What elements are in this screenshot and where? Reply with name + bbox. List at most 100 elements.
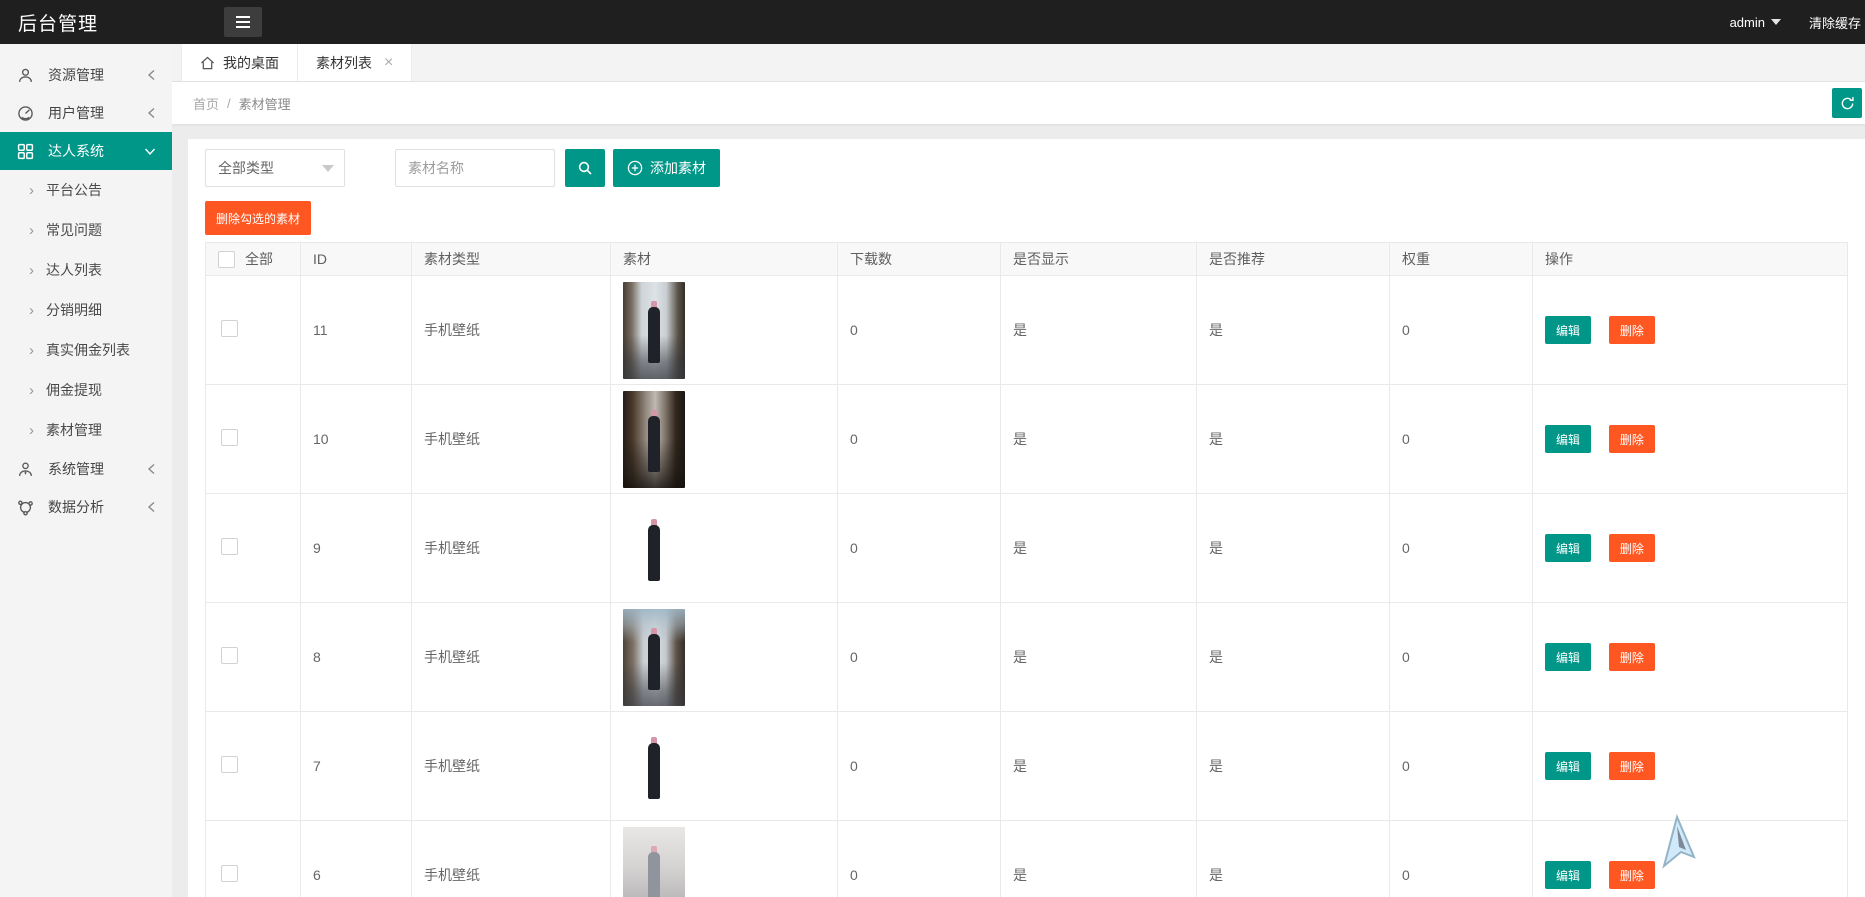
edit-button[interactable]: 编辑 xyxy=(1545,752,1591,780)
select-all-checkbox[interactable] xyxy=(218,251,235,268)
row-checkbox[interactable] xyxy=(221,538,238,555)
network-icon xyxy=(17,499,34,516)
sidebar-subitem-label: 素材管理 xyxy=(46,420,102,440)
sidebar-subitem-distribution-detail[interactable]: › 分销明细 xyxy=(0,290,172,330)
cell-visible: 是 xyxy=(1001,821,1197,897)
delete-button[interactable]: 删除 xyxy=(1609,643,1655,671)
caret-down-icon xyxy=(1771,19,1781,25)
tab-label: 我的桌面 xyxy=(223,53,279,73)
cell-material-type: 手机壁纸 xyxy=(412,494,611,603)
sidebar-subitem-label: 真实佣金列表 xyxy=(46,340,130,360)
edit-button[interactable]: 编辑 xyxy=(1545,861,1591,889)
top-navbar: 后台管理 admin 清除缓存 xyxy=(0,0,1865,44)
bulk-delete-button[interactable]: 删除勾选的素材 xyxy=(205,201,311,235)
table-row: 11 手机壁纸 0 是 是 0 编辑 删除 xyxy=(206,276,1848,385)
sidebar-subitem-platform-announcement[interactable]: › 平台公告 xyxy=(0,170,172,210)
tab-material-list[interactable]: 素材列表 × xyxy=(298,44,412,81)
edit-button[interactable]: 编辑 xyxy=(1545,316,1591,344)
breadcrumb-home[interactable]: 首页 xyxy=(193,94,219,113)
app-title: 后台管理 xyxy=(0,9,172,36)
sidebar-subitem-material-management[interactable]: › 素材管理 xyxy=(0,410,172,450)
chevron-left-icon xyxy=(147,463,156,475)
row-checkbox[interactable] xyxy=(221,429,238,446)
delete-button[interactable]: 删除 xyxy=(1609,861,1655,889)
header-material-type: 素材类型 xyxy=(412,243,611,276)
material-thumbnail[interactable] xyxy=(623,827,685,897)
material-thumbnail[interactable] xyxy=(623,391,685,488)
material-thumbnail[interactable] xyxy=(623,500,685,597)
cell-weight: 0 xyxy=(1390,821,1533,897)
table-row: 9 手机壁纸 0 是 是 0 编辑 删除 xyxy=(206,494,1848,603)
material-thumbnail[interactable] xyxy=(623,282,685,379)
cell-recommended: 是 xyxy=(1197,385,1390,494)
cell-id: 7 xyxy=(301,712,412,821)
chevron-right-icon: › xyxy=(29,383,34,398)
delete-button[interactable]: 删除 xyxy=(1609,425,1655,453)
hamburger-icon xyxy=(235,15,251,29)
cell-downloads: 0 xyxy=(838,385,1001,494)
delete-button[interactable]: 删除 xyxy=(1609,752,1655,780)
cell-material-type: 手机壁纸 xyxy=(412,385,611,494)
sidebar-subitem-commission-withdraw[interactable]: › 佣金提现 xyxy=(0,370,172,410)
user-menu[interactable]: admin xyxy=(1730,15,1781,30)
sidebar-item-data-analysis[interactable]: 数据分析 xyxy=(0,488,172,526)
chevron-down-icon xyxy=(144,147,156,156)
row-checkbox[interactable] xyxy=(221,320,238,337)
add-material-button[interactable]: 添加素材 xyxy=(613,149,720,187)
refresh-button[interactable] xyxy=(1832,88,1862,118)
type-select[interactable]: 全部类型 xyxy=(205,149,345,187)
cell-visible: 是 xyxy=(1001,494,1197,603)
edit-button[interactable]: 编辑 xyxy=(1545,425,1591,453)
cell-visible: 是 xyxy=(1001,385,1197,494)
edit-button[interactable]: 编辑 xyxy=(1545,534,1591,562)
search-button[interactable] xyxy=(565,149,605,187)
chevron-left-icon xyxy=(147,69,156,81)
cell-material-type: 手机壁纸 xyxy=(412,603,611,712)
material-table-body: 11 手机壁纸 0 是 是 0 编辑 删除 10 手机壁纸 0 是 是 0 编辑… xyxy=(206,276,1848,897)
breadcrumb: 首页 / 素材管理 xyxy=(193,94,291,113)
table-header-row: 全部 ID 素材类型 素材 下载数 是否显示 是否推荐 权重 操作 xyxy=(206,243,1848,276)
user-name: admin xyxy=(1730,15,1765,30)
sidebar-subitem-talent-list[interactable]: › 达人列表 xyxy=(0,250,172,290)
sidebar-item-system[interactable]: 系统管理 xyxy=(0,450,172,488)
clear-cache-button[interactable]: 清除缓存 xyxy=(1809,13,1861,32)
chevron-right-icon: › xyxy=(29,303,34,318)
sidebar-subitem-label: 佣金提现 xyxy=(46,380,102,400)
cell-weight: 0 xyxy=(1390,385,1533,494)
tab-bar: 我的桌面 素材列表 × xyxy=(172,44,1865,82)
add-material-label: 添加素材 xyxy=(650,158,706,178)
cell-downloads: 0 xyxy=(838,494,1001,603)
material-thumbnail[interactable] xyxy=(623,718,685,815)
sidebar-subitem-real-commission-list[interactable]: › 真实佣金列表 xyxy=(0,330,172,370)
cell-weight: 0 xyxy=(1390,276,1533,385)
chevron-left-icon xyxy=(147,501,156,513)
breadcrumb-separator: / xyxy=(227,96,231,111)
dial-icon xyxy=(17,105,34,122)
sidebar-item-talent-system[interactable]: 达人系统 xyxy=(0,132,172,170)
material-table: 全部 ID 素材类型 素材 下载数 是否显示 是否推荐 权重 操作 11 手机壁… xyxy=(205,242,1848,897)
grid-icon xyxy=(17,143,34,160)
cell-material-type: 手机壁纸 xyxy=(412,276,611,385)
material-card: 全部类型 添加素材 删除勾选的素材 xyxy=(188,139,1865,897)
sidebar-toggle-button[interactable] xyxy=(224,7,262,37)
cell-weight: 0 xyxy=(1390,494,1533,603)
close-icon[interactable]: × xyxy=(384,55,393,71)
edit-button[interactable]: 编辑 xyxy=(1545,643,1591,671)
row-checkbox[interactable] xyxy=(221,865,238,882)
sidebar-subitem-faq[interactable]: › 常见问题 xyxy=(0,210,172,250)
tab-my-desktop[interactable]: 我的桌面 xyxy=(181,44,298,81)
sidebar-item-resources[interactable]: 资源管理 xyxy=(0,56,172,94)
delete-button[interactable]: 删除 xyxy=(1609,316,1655,344)
sidebar-subitem-label: 常见问题 xyxy=(46,220,102,240)
material-thumbnail[interactable] xyxy=(623,609,685,706)
table-row: 6 手机壁纸 0 是 是 0 编辑 删除 xyxy=(206,821,1848,897)
chevron-right-icon: › xyxy=(29,263,34,278)
type-select-value: 全部类型 xyxy=(218,158,274,178)
delete-button[interactable]: 删除 xyxy=(1609,534,1655,562)
cell-downloads: 0 xyxy=(838,821,1001,897)
row-checkbox[interactable] xyxy=(221,756,238,773)
sidebar-item-users[interactable]: 用户管理 xyxy=(0,94,172,132)
row-checkbox[interactable] xyxy=(221,647,238,664)
cell-id: 10 xyxy=(301,385,412,494)
material-name-input[interactable] xyxy=(395,149,555,187)
